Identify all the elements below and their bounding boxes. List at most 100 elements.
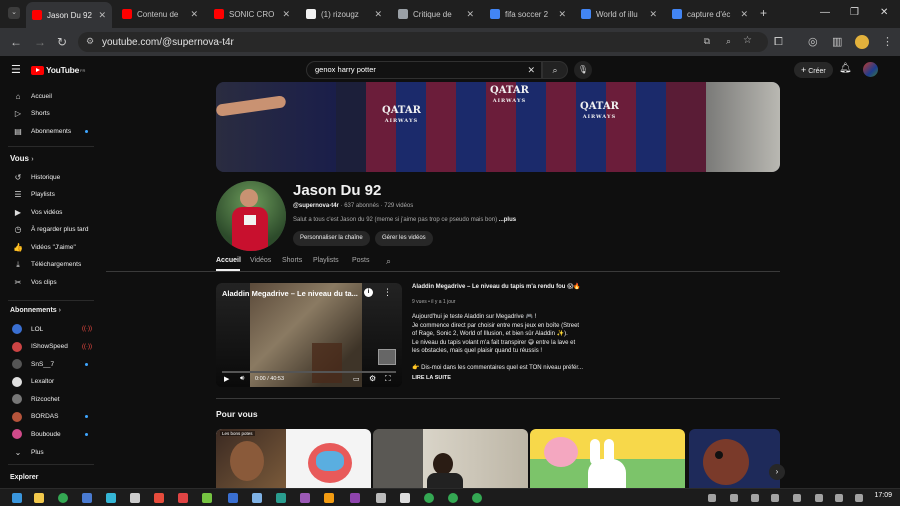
app-tray-icon[interactable]	[793, 494, 801, 502]
featured-video-player[interactable]: ▶ 🔊︎ 0:00 / 40:53 ▭ ⚙ ⛶ i ⋮	[216, 283, 402, 387]
sidepanel-icon[interactable]: ▥	[832, 35, 842, 49]
close-tab-icon[interactable]: ✕	[649, 9, 657, 20]
captions-icon[interactable]: ▭	[353, 375, 360, 383]
sidebar-item-you-3[interactable]: ▶ Vos vidéos	[0, 204, 100, 220]
app-icon[interactable]	[276, 493, 286, 503]
tab-search-icon[interactable]: ⌄	[8, 7, 20, 19]
video-thumbnail-3[interactable]	[530, 429, 685, 488]
channel-description[interactable]: Salut a tous c'est Jason du 92 (meme si …	[293, 217, 516, 223]
sidebar-item-you-6[interactable]: ⤓ Téléchargements	[0, 257, 100, 273]
manage-videos-button[interactable]: Gérer les vidéos	[375, 231, 433, 246]
video-thumbnail-4[interactable]	[689, 429, 780, 488]
forward-icon[interactable]: →	[34, 35, 46, 49]
profile-avatar[interactable]	[855, 35, 869, 49]
close-tab-icon[interactable]: ✕	[374, 9, 382, 20]
browser-tab-1[interactable]: Jason Du 92 ✕	[26, 2, 112, 28]
new-tab-button[interactable]: +	[760, 6, 767, 20]
read-more-link[interactable]: LIRE LA SUITE	[412, 375, 602, 381]
tab-accueil[interactable]: Accueil	[216, 257, 241, 264]
close-tab-icon[interactable]: ✕	[190, 9, 198, 20]
browser-tab-5[interactable]: Critique de ✕	[392, 4, 480, 24]
sidebar-sub-4[interactable]: Lexaltor	[0, 374, 100, 390]
site-info-icon[interactable]: ⚙	[86, 36, 94, 47]
close-window-icon[interactable]: ✕	[880, 7, 888, 18]
sidebar-sub-5[interactable]: Rizcochet	[0, 391, 100, 407]
youtube-logo[interactable]: YouTube FR	[31, 65, 85, 75]
sidebar-sub-6[interactable]: BORDAS	[0, 409, 100, 425]
create-button[interactable]: + Créer	[794, 62, 833, 78]
video-thumbnail-2[interactable]	[373, 429, 528, 488]
channel-search-icon[interactable]: ⌕	[386, 256, 391, 267]
sidebar-sub-1[interactable]: LOL ((·))	[0, 321, 100, 337]
tab-playlists[interactable]: Playlists	[313, 257, 339, 264]
app-icon[interactable]	[400, 493, 410, 503]
app-icon[interactable]	[202, 493, 212, 503]
reload-icon[interactable]: ↻	[57, 35, 67, 49]
sidebar-show-more[interactable]: ⌄ Plus	[0, 444, 100, 460]
video-progress-bar[interactable]	[222, 371, 396, 373]
sidebar-item-you-1[interactable]: ↺ Historique	[0, 169, 100, 185]
sidebar-item-you-4[interactable]: ◷ À regarder plus tard	[0, 222, 100, 238]
back-icon[interactable]: ←	[10, 35, 22, 49]
browser-tab-6[interactable]: fifa soccer 2 ✕	[484, 4, 572, 24]
app-tray-icon[interactable]	[751, 494, 759, 502]
notifications-bell-icon[interactable]: 🔔︎	[839, 63, 852, 74]
hamburger-menu-icon[interactable]: ☰	[11, 63, 21, 76]
volume-icon[interactable]	[835, 494, 843, 502]
app-icon[interactable]	[154, 493, 164, 503]
app-icon[interactable]	[300, 493, 310, 503]
tab-videos[interactable]: Vidéos	[250, 257, 271, 264]
volume-icon[interactable]: 🔊︎	[240, 375, 244, 383]
battery-icon[interactable]	[855, 494, 863, 502]
carousel-next-button[interactable]: ›	[769, 464, 785, 480]
play-icon[interactable]: ▶	[224, 375, 229, 383]
taskbar-clock[interactable]: 17:09	[874, 492, 892, 499]
sidebar-sub-2[interactable]: IShowSpeed ((·))	[0, 339, 100, 355]
tab-posts[interactable]: Posts	[352, 257, 370, 264]
windows-start-icon[interactable]	[12, 493, 22, 503]
maximize-icon[interactable]: ❐	[850, 7, 859, 18]
video-info-icon[interactable]: i	[364, 288, 373, 297]
app-tray-icon[interactable]	[730, 494, 738, 502]
browser-tab-3[interactable]: SONIC CRO ✕	[208, 4, 296, 24]
extensions-icon[interactable]: ⧠	[774, 35, 783, 49]
sidebar-item-2[interactable]: ▷ Shorts	[0, 106, 100, 122]
app-icon[interactable]	[324, 493, 334, 503]
description-more-link[interactable]: ...plus	[499, 217, 516, 223]
channel-avatar[interactable]	[216, 181, 286, 251]
browser-menu-icon[interactable]: ⋮	[882, 35, 893, 49]
video-more-icon[interactable]: ⋮	[383, 287, 392, 298]
close-tab-icon[interactable]: ✕	[282, 9, 290, 20]
chrome-icon[interactable]	[424, 493, 434, 503]
close-tab-icon[interactable]: ✕	[740, 9, 748, 20]
sidebar-sub-7[interactable]: Bouboude	[0, 426, 100, 442]
chrome-icon[interactable]	[58, 493, 68, 503]
app-icon[interactable]	[178, 493, 188, 503]
sidebar-header-you[interactable]: Vous ›	[10, 154, 34, 163]
sidebar-item-you-7[interactable]: ✂ Vos clips	[0, 274, 100, 290]
network-icon[interactable]	[708, 494, 716, 502]
install-app-icon[interactable]: ⧉	[704, 36, 710, 47]
browser-tab-7[interactable]: World of illu ✕	[575, 4, 663, 24]
app-tray-icon[interactable]	[815, 494, 823, 502]
sidebar-item-you-5[interactable]: 👍 Vidéos "J'aime"	[0, 239, 100, 255]
bookmark-star-icon[interactable]: ☆	[743, 35, 752, 46]
browser-tab-4[interactable]: (1) rizougz ✕	[300, 4, 388, 24]
app-icon[interactable]	[82, 493, 92, 503]
app-icon[interactable]	[130, 493, 140, 503]
chrome-icon[interactable]	[448, 493, 458, 503]
browser-tab-8[interactable]: capture d'éc ✕	[666, 4, 754, 24]
app-icon[interactable]	[376, 493, 386, 503]
voice-search-button[interactable]: 🎙	[574, 61, 592, 79]
chrome-icon[interactable]	[472, 493, 482, 503]
player-title[interactable]: Aladdin Megadrive – Le niveau du ta...	[222, 289, 358, 298]
app-tray-icon[interactable]	[771, 494, 779, 502]
tab-shorts[interactable]: Shorts	[282, 257, 302, 264]
search-input[interactable]: genox harry potter ✕	[306, 61, 542, 79]
close-tab-icon[interactable]: ✕	[558, 9, 566, 20]
app-icon[interactable]	[252, 493, 262, 503]
app-icon[interactable]	[106, 493, 116, 503]
sidebar-item-you-2[interactable]: ☰ Playlists	[0, 187, 100, 203]
minimize-icon[interactable]: —	[820, 7, 830, 18]
file-explorer-icon[interactable]	[34, 493, 44, 503]
